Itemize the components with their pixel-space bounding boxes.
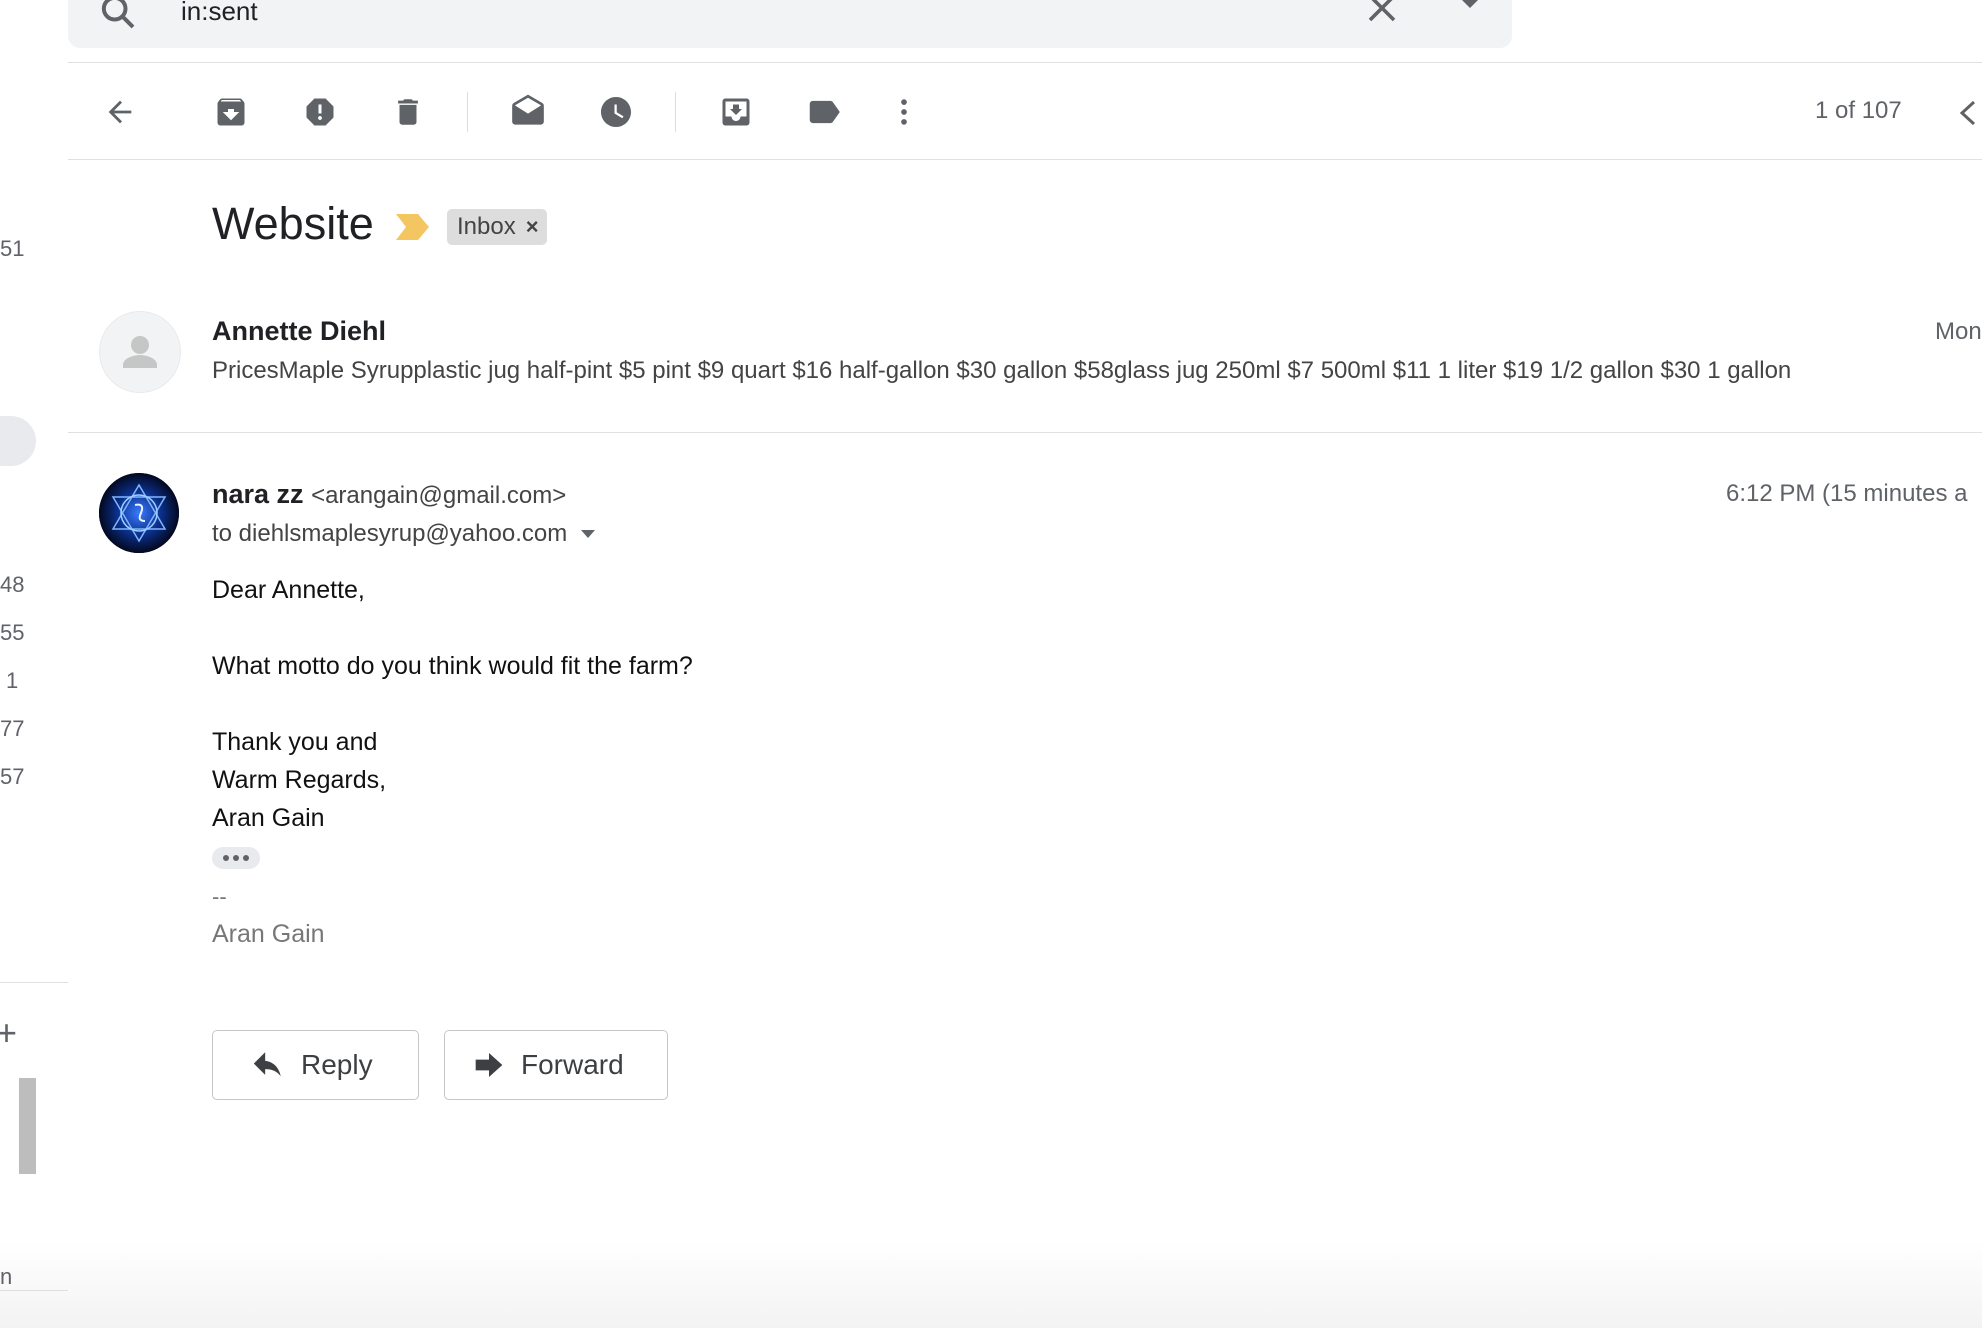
pagination-label: 1 of 107 [1815, 97, 1902, 124]
nav-count: 57 [0, 764, 25, 789]
avatar [99, 473, 179, 553]
body-text: What motto do you think would fit the fa… [212, 652, 693, 680]
body-closing: Warm Regards, [212, 766, 387, 794]
nav-count: 1 [6, 668, 19, 693]
avatar [99, 311, 181, 393]
mark-unread-icon[interactable] [502, 86, 554, 138]
profile-picture [99, 473, 179, 553]
toolbar-separator [467, 92, 468, 132]
dot-icon [233, 855, 239, 861]
important-marker-icon[interactable] [396, 214, 430, 240]
default-avatar-icon [123, 336, 157, 368]
sender-email: <arangain@gmail.com> [311, 482, 567, 509]
remove-label-icon[interactable]: × [526, 214, 539, 240]
sender-name[interactable]: nara zz [212, 479, 304, 509]
toolbar-divider [68, 159, 1982, 160]
nav-count: 55 [0, 620, 25, 645]
sender-line: nara zz <arangain@gmail.com> [212, 479, 566, 510]
thread-subject: Website [212, 198, 374, 249]
body-greeting: Dear Annette, [212, 576, 365, 604]
message-snippet[interactable]: PricesMaple Syrupplastic jug half-pint $… [212, 357, 1791, 385]
forward-button[interactable]: Forward [444, 1030, 668, 1100]
reply-button[interactable]: Reply [212, 1030, 419, 1100]
signature-separator: -- [212, 884, 227, 909]
search-bar[interactable] [68, 0, 1512, 48]
nav-count: 51 [0, 236, 25, 261]
reply-label: Reply [301, 1049, 373, 1080]
prev-page-icon[interactable] [1958, 100, 1976, 126]
recipient-line: to diehlsmaplesyrup@yahoo.com [212, 520, 596, 548]
search-options-icon[interactable] [1458, 0, 1482, 10]
delete-icon[interactable] [382, 86, 434, 138]
dot-icon [243, 855, 249, 861]
body-closing: Thank you and [212, 728, 378, 756]
move-to-icon[interactable] [710, 86, 762, 138]
signature-name: Aran Gain [212, 920, 325, 948]
header-divider [68, 62, 1982, 63]
nav-selected-item[interactable] [0, 416, 36, 466]
bottom-shade [0, 1240, 1982, 1328]
label-chip-text: Inbox [457, 213, 516, 240]
archive-icon[interactable] [205, 86, 257, 138]
clear-search-icon[interactable] [1364, 0, 1400, 26]
search-icon[interactable] [98, 0, 138, 32]
nav-count: 77 [0, 716, 25, 741]
nav-truncated-text: n [0, 1264, 13, 1289]
dot-icon [223, 855, 229, 861]
reply-icon [253, 1052, 281, 1077]
snooze-icon[interactable] [590, 86, 642, 138]
back-arrow-icon[interactable] [94, 86, 146, 138]
show-trimmed-content-button[interactable] [212, 847, 260, 869]
add-label-icon[interactable]: + [0, 1012, 17, 1054]
body-signoff: Aran Gain [212, 804, 325, 832]
search-input[interactable]: in:sent [181, 0, 258, 27]
forward-icon [475, 1053, 503, 1077]
sender-name[interactable]: Annette Diehl [212, 316, 386, 347]
label-chip-inbox: Inbox × [447, 209, 547, 245]
nav-scrollbar[interactable] [19, 1078, 36, 1174]
message-date: Mon [1935, 318, 1982, 345]
labels-icon[interactable] [798, 86, 850, 138]
report-spam-icon[interactable] [294, 86, 346, 138]
toolbar-separator [675, 92, 676, 132]
message-divider [68, 432, 1982, 433]
nav-divider [0, 1290, 68, 1291]
recipient-text: to diehlsmaplesyrup@yahoo.com [212, 520, 568, 547]
nav-divider [0, 982, 68, 983]
message-date: 6:12 PM (15 minutes a [1726, 480, 1968, 507]
nav-count: 48 [0, 572, 25, 597]
more-icon[interactable] [878, 86, 930, 138]
show-details-icon[interactable] [581, 530, 596, 538]
forward-label: Forward [521, 1049, 624, 1080]
